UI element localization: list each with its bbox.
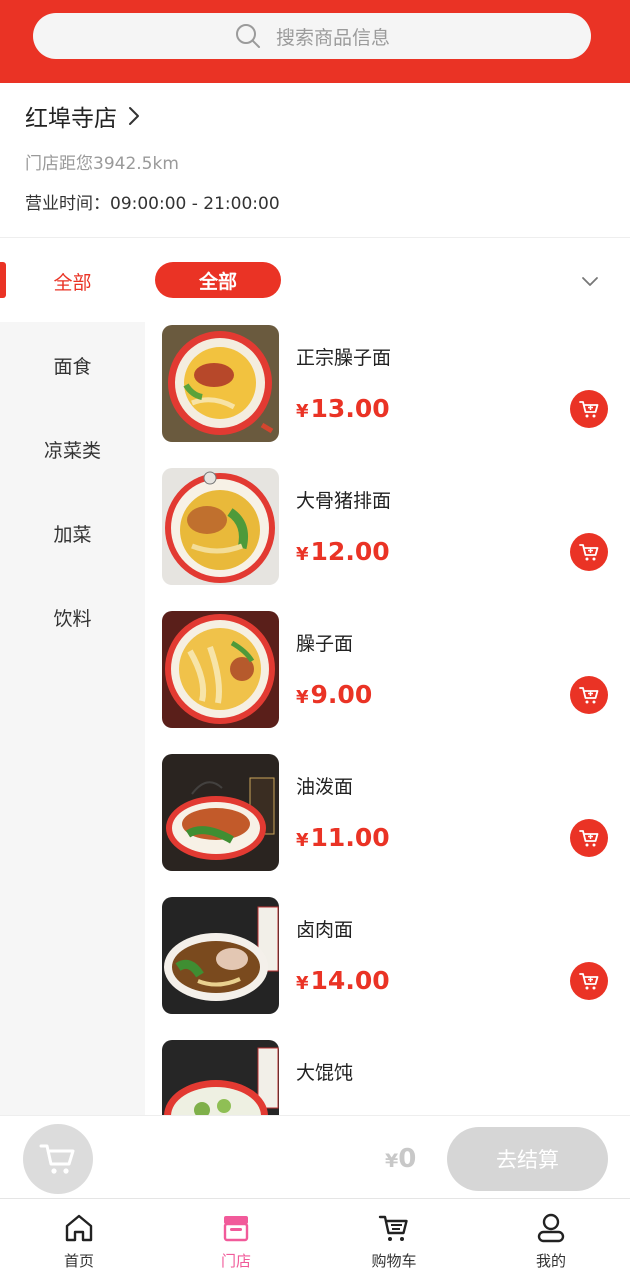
- list-item[interactable]: 油泼面 ¥11.00: [145, 751, 630, 894]
- store-distance: 门店距您3942.5km: [25, 154, 179, 174]
- cart-total: ¥0: [385, 1144, 417, 1174]
- cart-button[interactable]: [23, 1124, 93, 1194]
- search-placeholder: 搜索商品信息: [275, 26, 390, 49]
- sidebar-item-cold-dishes[interactable]: 凉菜类: [0, 436, 145, 463]
- product-name: 正宗臊子面: [296, 347, 392, 369]
- cart-icon: [579, 544, 599, 561]
- product-name: 卤肉面: [296, 919, 354, 941]
- home-icon: [65, 1214, 93, 1242]
- product-name: 油泼面: [296, 776, 354, 798]
- list-item[interactable]: 正宗臊子面 ¥13.00: [145, 322, 630, 465]
- product-price: ¥11.00: [296, 823, 390, 852]
- search-input[interactable]: 搜索商品信息: [33, 13, 591, 59]
- list-item[interactable]: 卤肉面 ¥14.00: [145, 894, 630, 1037]
- cart-icon: [579, 830, 599, 847]
- product-image: [162, 468, 279, 585]
- store-hours: 营业时间：09:00:00 - 21:00:00: [25, 194, 280, 214]
- search-icon: [235, 24, 260, 48]
- cart-icon: [378, 1215, 408, 1241]
- sidebar-item-all-label: 全部: [53, 272, 92, 294]
- add-to-cart-button[interactable]: [570, 962, 608, 1000]
- store-selector[interactable]: 红埠寺店: [25, 99, 141, 133]
- add-to-cart-button[interactable]: [570, 676, 608, 714]
- cart-icon: [579, 687, 599, 704]
- tab-cart[interactable]: 购物车: [315, 1199, 473, 1280]
- store-info: 红埠寺店 门店距您3942.5km 营业时间：09:00:00 - 21:00:…: [0, 83, 630, 238]
- product-image: [162, 897, 279, 1014]
- header-bar: 搜索商品信息: [0, 0, 630, 83]
- product-image: [162, 611, 279, 728]
- product-list: 正宗臊子面 ¥13.00 大骨猪排面 ¥12.00 臊子面 ¥9.00 油泼面 …: [145, 322, 630, 1115]
- filter-pill-all[interactable]: 全部: [155, 262, 281, 298]
- product-price: ¥9.00: [296, 680, 373, 709]
- cart-icon: [579, 973, 599, 990]
- list-item[interactable]: 大馄饨: [145, 1037, 630, 1115]
- product-price: ¥13.00: [296, 394, 390, 423]
- add-to-cart-button[interactable]: [570, 533, 608, 571]
- tab-store[interactable]: 门店: [157, 1199, 315, 1280]
- checkout-button[interactable]: 去结算: [447, 1127, 608, 1191]
- sidebar-item-all[interactable]: 全部: [0, 238, 145, 322]
- tab-cart-label: 购物车: [371, 1252, 417, 1270]
- user-icon: [537, 1213, 565, 1243]
- cart-icon: [579, 401, 599, 418]
- product-price: ¥12.00: [296, 537, 390, 566]
- checkout-bar: ¥0 去结算: [0, 1115, 630, 1198]
- cart-icon: [39, 1144, 75, 1174]
- list-item[interactable]: 臊子面 ¥9.00: [145, 608, 630, 751]
- store-name: 红埠寺店: [25, 106, 117, 132]
- add-to-cart-button[interactable]: [570, 390, 608, 428]
- product-price: ¥14.00: [296, 966, 390, 995]
- chevron-down-icon[interactable]: [580, 274, 600, 288]
- tab-home[interactable]: 首页: [0, 1199, 158, 1280]
- tab-profile[interactable]: 我的: [472, 1199, 630, 1280]
- tab-store-label: 门店: [220, 1252, 251, 1270]
- product-image: [162, 754, 279, 871]
- product-image: [162, 325, 279, 442]
- sidebar-item-drinks[interactable]: 饮料: [0, 604, 145, 631]
- tab-home-label: 首页: [63, 1252, 94, 1270]
- sidebar-item-noodles[interactable]: 面食: [0, 352, 145, 379]
- category-sidebar: 面食 凉菜类 加菜 饮料: [0, 322, 145, 1115]
- bottom-tab-bar: 首页 门店 购物车 我的: [0, 1198, 630, 1280]
- store-icon: [223, 1216, 249, 1242]
- add-to-cart-button[interactable]: [570, 819, 608, 857]
- chevron-right-icon: [129, 107, 139, 125]
- product-name: 大馄饨: [296, 1062, 354, 1084]
- list-item[interactable]: 大骨猪排面 ¥12.00: [145, 465, 630, 608]
- tab-profile-label: 我的: [535, 1252, 566, 1270]
- product-name: 臊子面: [296, 633, 354, 655]
- product-name: 大骨猪排面: [296, 490, 392, 512]
- product-image: [162, 1040, 279, 1115]
- sidebar-item-extras[interactable]: 加菜: [0, 520, 145, 547]
